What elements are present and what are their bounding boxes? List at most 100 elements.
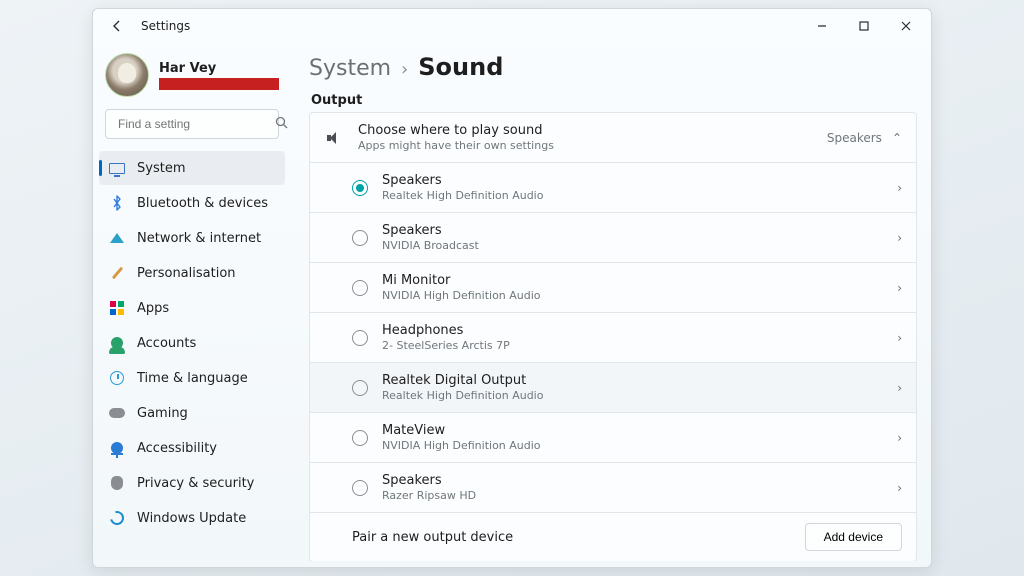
device-name: Headphones [382, 323, 883, 338]
bluetooth-icon [109, 195, 125, 211]
sidebar-item-time[interactable]: Time & language [99, 361, 285, 395]
radio-icon[interactable] [352, 330, 368, 346]
sidebar-item-gaming[interactable]: Gaming [99, 396, 285, 430]
profile-email-redacted [159, 78, 279, 90]
radio-icon[interactable] [352, 430, 368, 446]
sidebar-item-update[interactable]: Windows Update [99, 501, 285, 535]
minimize-button[interactable] [801, 10, 843, 42]
device-row[interactable]: MateView NVIDIA High Definition Audio › [310, 412, 916, 462]
device-name: Realtek Digital Output [382, 373, 883, 388]
sidebar: Har Vey System Blueto [93, 43, 291, 567]
radio-icon[interactable] [352, 480, 368, 496]
gamepad-icon [109, 405, 125, 421]
radio-icon[interactable] [352, 280, 368, 296]
sidebar-item-accessibility[interactable]: Accessibility [99, 431, 285, 465]
sidebar-item-label: System [137, 161, 185, 176]
search-box[interactable] [105, 109, 279, 139]
chevron-right-icon[interactable]: › [897, 481, 902, 495]
sidebar-item-network[interactable]: Network & internet [99, 221, 285, 255]
breadcrumb-parent[interactable]: System [309, 56, 391, 81]
device-detail: Realtek High Definition Audio [382, 189, 883, 202]
sidebar-item-label: Apps [137, 301, 169, 316]
device-row[interactable]: Speakers Realtek High Definition Audio › [310, 162, 916, 212]
sidebar-item-personalisation[interactable]: Personalisation [99, 256, 285, 290]
pair-label: Pair a new output device [352, 530, 791, 545]
chevron-right-icon[interactable]: › [897, 181, 902, 195]
device-row[interactable]: Realtek Digital Output Realtek High Defi… [310, 362, 916, 412]
device-detail: NVIDIA Broadcast [382, 239, 883, 252]
sidebar-item-label: Personalisation [137, 266, 236, 281]
chevron-right-icon[interactable]: › [897, 331, 902, 345]
pair-row: Pair a new output device Add device [310, 512, 916, 561]
chevron-right-icon[interactable]: › [897, 281, 902, 295]
device-name: Mi Monitor [382, 273, 883, 288]
output-selected-label: Speakers [827, 131, 882, 145]
titlebar: Settings [93, 9, 931, 43]
chevron-right-icon[interactable]: › [897, 231, 902, 245]
sidebar-item-apps[interactable]: Apps [99, 291, 285, 325]
brush-icon [109, 265, 125, 281]
sidebar-item-label: Gaming [137, 406, 188, 421]
speaker-icon [324, 132, 344, 144]
close-button[interactable] [885, 10, 927, 42]
sidebar-item-label: Accessibility [137, 441, 217, 456]
output-header-row[interactable]: Choose where to play sound Apps might ha… [310, 113, 916, 162]
output-devices-card: Choose where to play sound Apps might ha… [309, 112, 917, 561]
person-icon [109, 335, 125, 351]
search-icon [275, 116, 288, 133]
device-row[interactable]: Headphones 2- SteelSeries Arctis 7P › [310, 312, 916, 362]
sidebar-item-label: Privacy & security [137, 476, 254, 491]
back-button[interactable] [101, 10, 133, 42]
profile-name: Har Vey [159, 61, 279, 76]
shield-icon [109, 475, 125, 491]
accessibility-icon [109, 440, 125, 456]
sidebar-item-label: Windows Update [137, 511, 246, 526]
page-title: Sound [418, 53, 503, 81]
wifi-icon [109, 230, 125, 246]
sidebar-item-privacy[interactable]: Privacy & security [99, 466, 285, 500]
output-header-subtitle: Apps might have their own settings [358, 139, 813, 152]
device-row[interactable]: Speakers NVIDIA Broadcast › [310, 212, 916, 262]
window-title: Settings [141, 19, 190, 33]
device-name: Speakers [382, 473, 883, 488]
device-name: Speakers [382, 223, 883, 238]
sidebar-item-accounts[interactable]: Accounts [99, 326, 285, 360]
content-scroll[interactable]: Choose where to play sound Apps might ha… [309, 112, 927, 561]
device-name: MateView [382, 423, 883, 438]
profile[interactable]: Har Vey [99, 49, 285, 107]
sidebar-item-label: Time & language [137, 371, 248, 386]
device-detail: NVIDIA High Definition Audio [382, 289, 883, 302]
device-detail: NVIDIA High Definition Audio [382, 439, 883, 452]
device-detail: Realtek High Definition Audio [382, 389, 883, 402]
sidebar-item-system[interactable]: System [99, 151, 285, 185]
avatar [105, 53, 149, 97]
radio-selected-icon[interactable] [352, 180, 368, 196]
maximize-button[interactable] [843, 10, 885, 42]
device-row[interactable]: Mi Monitor NVIDIA High Definition Audio … [310, 262, 916, 312]
section-output-label: Output [311, 93, 927, 108]
system-icon [109, 160, 125, 176]
settings-window: Settings Har Vey [92, 8, 932, 568]
apps-icon [109, 300, 125, 316]
device-name: Speakers [382, 173, 883, 188]
sidebar-item-label: Accounts [137, 336, 196, 351]
chevron-right-icon[interactable]: › [897, 381, 902, 395]
add-device-button[interactable]: Add device [805, 523, 902, 551]
clock-icon [109, 370, 125, 386]
content: System › Sound Output Choose where to pl… [291, 43, 931, 567]
nav: System Bluetooth & devices Network & int… [99, 151, 285, 535]
chevron-up-icon: ⌃ [892, 131, 902, 145]
breadcrumb: System › Sound [309, 49, 927, 83]
radio-icon[interactable] [352, 230, 368, 246]
update-icon [109, 510, 125, 526]
search-input[interactable] [116, 116, 275, 132]
device-row[interactable]: Speakers Razer Ripsaw HD › [310, 462, 916, 512]
chevron-right-icon[interactable]: › [897, 431, 902, 445]
sidebar-item-label: Network & internet [137, 231, 261, 246]
radio-icon[interactable] [352, 380, 368, 396]
device-detail: 2- SteelSeries Arctis 7P [382, 339, 883, 352]
output-header-title: Choose where to play sound [358, 123, 813, 138]
chevron-right-icon: › [401, 59, 408, 80]
sidebar-item-bluetooth[interactable]: Bluetooth & devices [99, 186, 285, 220]
device-detail: Razer Ripsaw HD [382, 489, 883, 502]
